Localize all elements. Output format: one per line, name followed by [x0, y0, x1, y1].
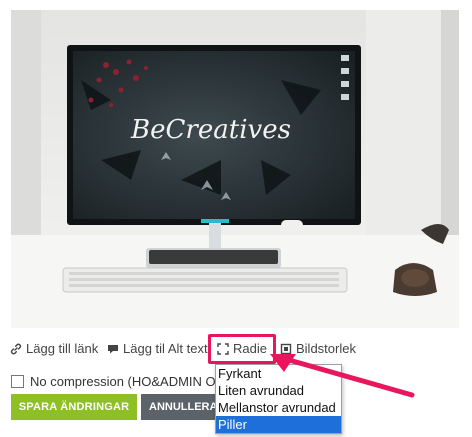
add-link-label: Lägg till länk	[26, 341, 99, 356]
add-alt-text-label: Lägg til Alt text	[123, 341, 208, 356]
save-changes-button[interactable]: SPARA ÄNDRINGAR	[11, 394, 137, 420]
no-compression-checkbox[interactable]	[11, 375, 24, 388]
desk-photo: BeCreatives	[11, 10, 459, 328]
no-compression-label: No compression (HO&ADMIN ONLY)	[30, 374, 245, 389]
radius-option-pill[interactable]: Piller	[216, 416, 341, 433]
image-editor-panel: BeCreatives Lägg till länk Lägg til Alt …	[0, 0, 472, 437]
cancel-button[interactable]: ANNULLERA	[141, 394, 221, 420]
no-compression-option[interactable]: No compression (HO&ADMIN ONLY)	[11, 374, 244, 389]
add-link-button[interactable]: Lägg till länk	[10, 341, 98, 356]
annotation-arrow	[270, 354, 415, 398]
image-preview: BeCreatives	[11, 10, 459, 328]
screen-lettering: BeCreatives	[130, 115, 291, 145]
add-alt-text-button[interactable]: Lägg til Alt text	[107, 341, 208, 356]
link-icon	[10, 343, 22, 354]
comment-icon	[108, 344, 118, 353]
